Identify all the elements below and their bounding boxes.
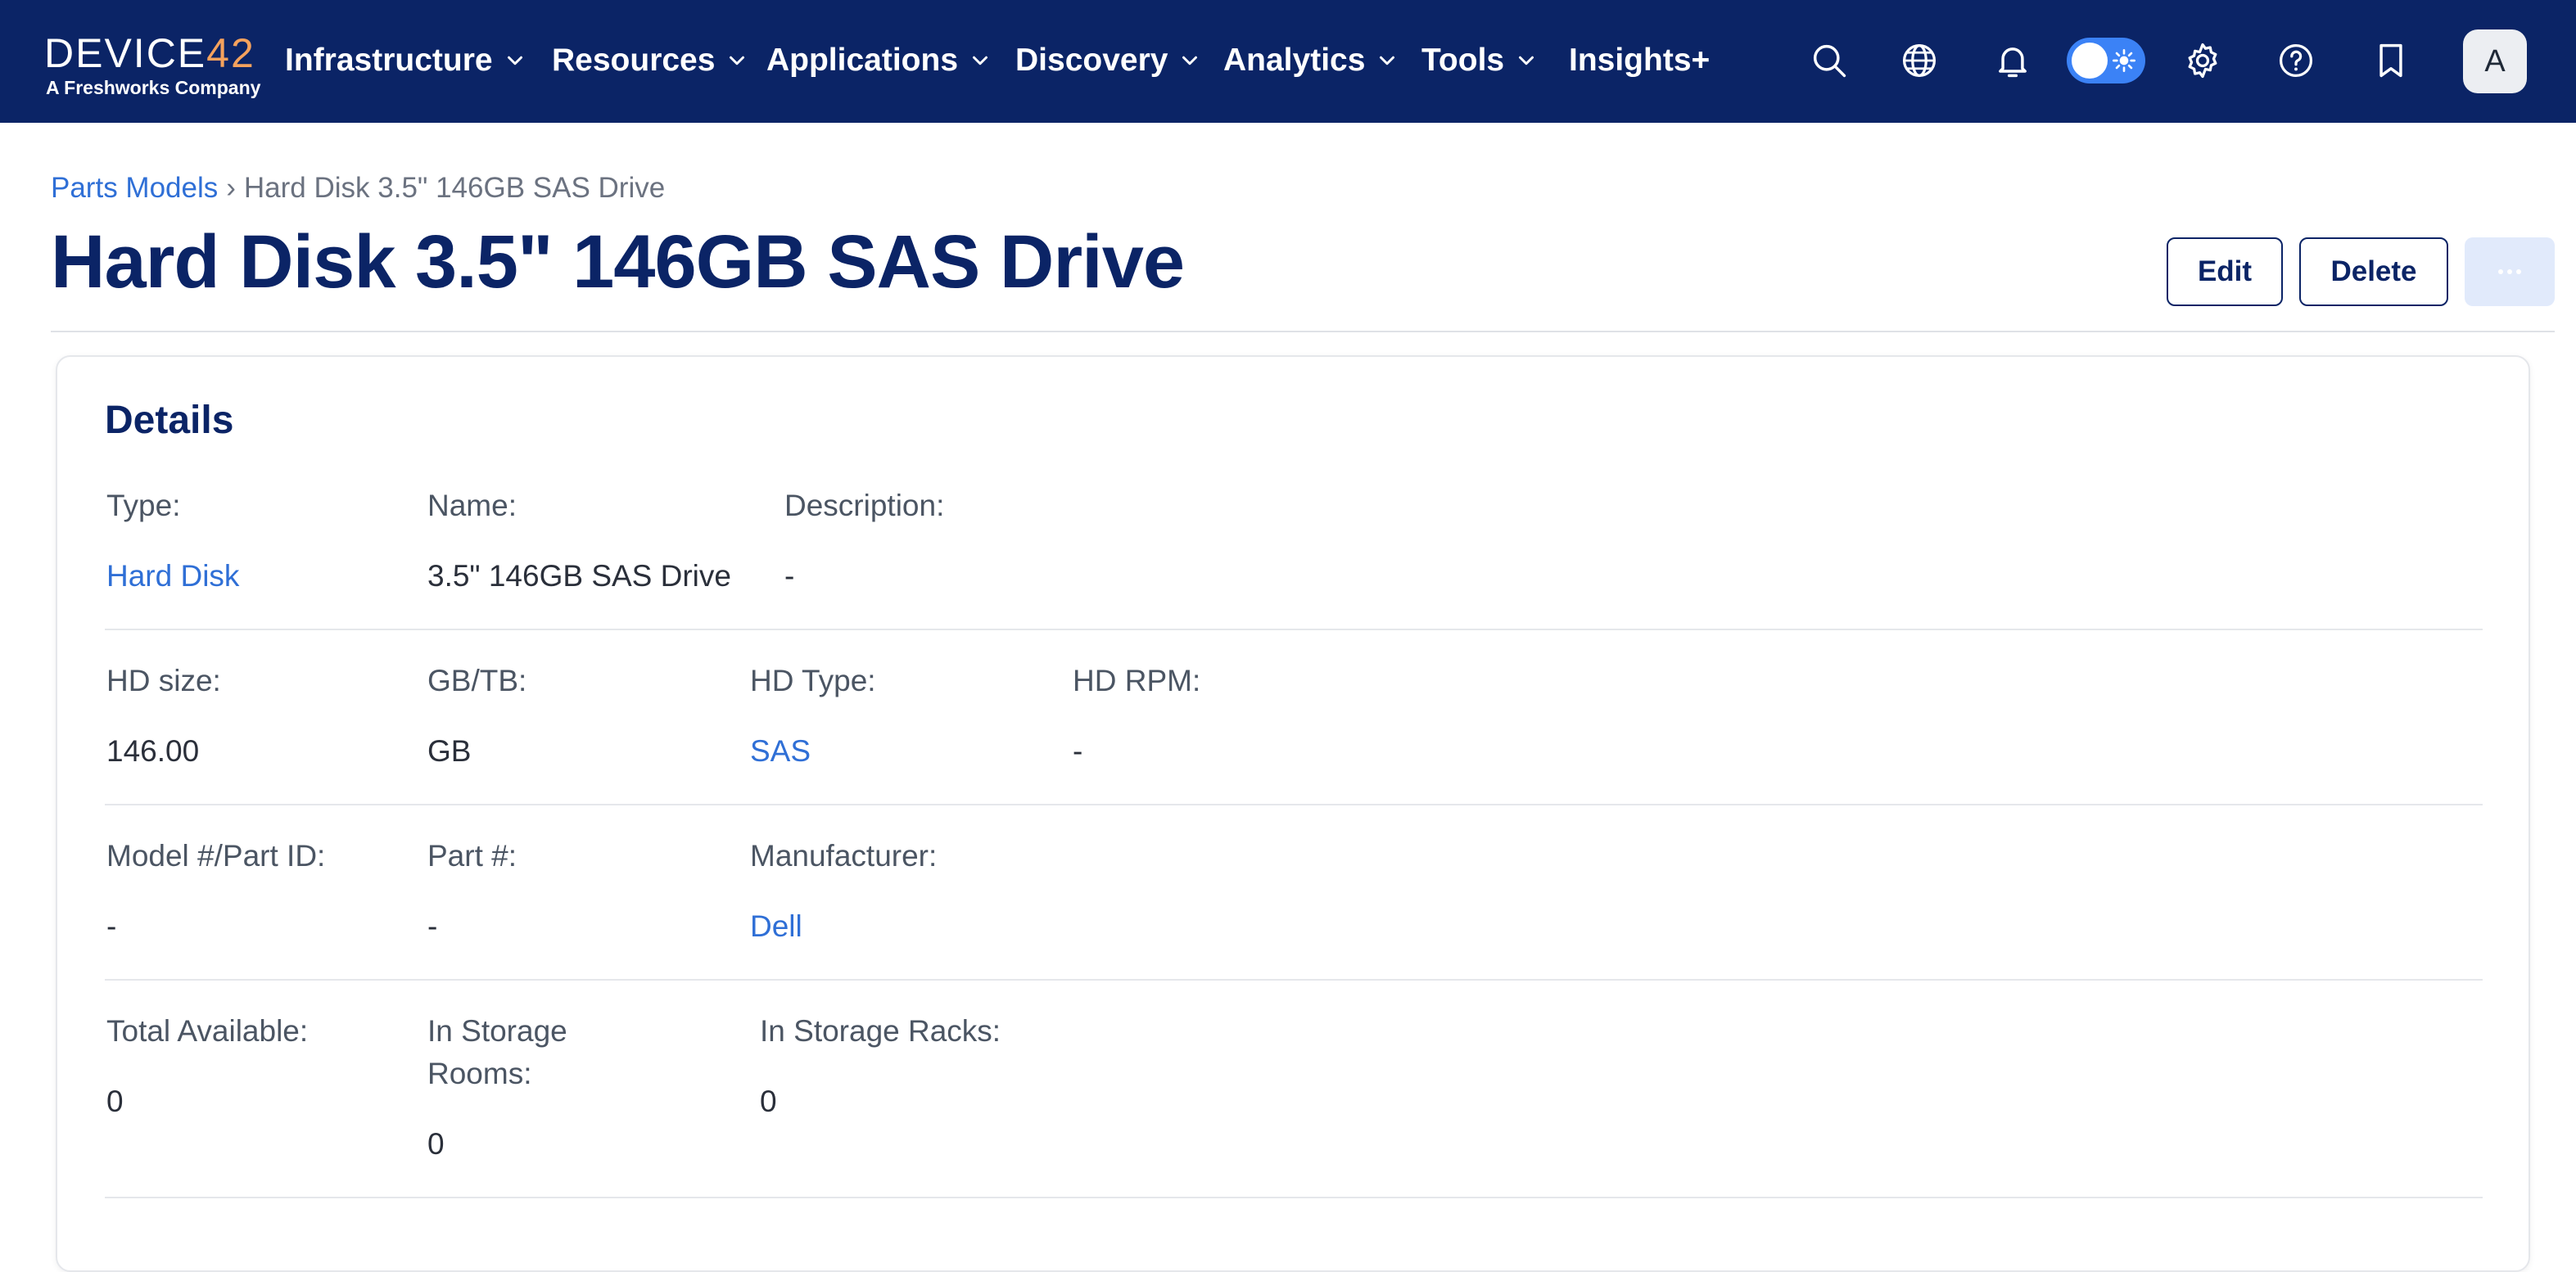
nav-item-label: Resources [552, 43, 716, 78]
logo-wordmark: DEVICE42 [44, 31, 255, 75]
hd-type-value-link[interactable]: SAS [750, 730, 811, 773]
hd-rpm-value: - [1073, 734, 1083, 768]
type-value-link[interactable]: Hard Disk [106, 555, 239, 598]
bell-icon [1999, 47, 2027, 78]
bookmarks-button[interactable] [2366, 36, 2416, 85]
gbtb-label: GB/TB: [427, 664, 527, 697]
logo-wordmark-main: DEVICE [44, 30, 207, 76]
manufacturer-value-link[interactable]: Dell [750, 905, 802, 948]
breadcrumb: Parts Models › Hard Disk 3.5" 146GB SAS … [51, 169, 665, 208]
sun-icon [2113, 49, 2135, 72]
nav-item-label: Infrastructure [285, 43, 493, 78]
top-navigation-bar: DEVICE42 A Freshworks Company Infrastruc… [0, 0, 2576, 123]
globe-icon [1902, 43, 1937, 78]
logo-tagline: A Freshworks Company [46, 77, 261, 98]
search-button[interactable] [1805, 36, 1854, 85]
nav-item-label: Applications [766, 43, 959, 78]
chevron-down-icon [1380, 56, 1395, 65]
nav-item-label: Tools [1421, 43, 1505, 78]
help-button[interactable] [2271, 36, 2321, 85]
name-value: 3.5" 146GB SAS Drive [427, 559, 731, 593]
nav-item-label: Insights+ [1569, 43, 1711, 78]
edit-button[interactable]: Edit [2167, 237, 2283, 306]
row-divider [105, 1197, 2483, 1198]
chevron-down-icon [1182, 56, 1198, 65]
breadcrumb-separator: › [226, 172, 236, 204]
description-value: - [784, 559, 795, 593]
delete-button[interactable]: Delete [2299, 237, 2448, 306]
type-label: Type: [106, 489, 181, 522]
chevron-down-icon [973, 56, 988, 65]
description-label: Description: [784, 489, 945, 522]
language-button[interactable] [1895, 36, 1944, 85]
total-available-value: 0 [106, 1085, 124, 1118]
total-available-label: Total Available: [106, 1014, 309, 1048]
part-number-label: Part #: [427, 839, 517, 873]
in-storage-racks-value: 0 [760, 1085, 777, 1118]
settings-button[interactable] [2178, 36, 2227, 85]
search-icon [1813, 44, 1846, 78]
nav-item-tools[interactable]: Tools [1421, 38, 1539, 83]
model-part-id-value: - [106, 909, 117, 943]
notifications-button[interactable] [1988, 36, 2037, 85]
row-divider [105, 629, 2483, 630]
nav-item-infrastructure[interactable]: Infrastructure [285, 38, 527, 83]
header-divider [51, 331, 2555, 332]
hd-size-value: 146.00 [106, 734, 200, 768]
chevron-down-icon [507, 56, 522, 65]
chevron-down-icon [730, 56, 745, 65]
details-title: Details [105, 399, 234, 442]
hd-type-label: HD Type: [750, 664, 876, 697]
nav-item-label: Analytics [1223, 43, 1366, 78]
in-storage-rooms-value: 0 [427, 1127, 445, 1161]
in-storage-racks-label: In Storage Racks: [760, 1014, 1001, 1048]
nav-item-insights[interactable]: Insights+ [1569, 38, 1710, 83]
help-icon [2279, 43, 2313, 78]
nav-item-applications[interactable]: Applications [766, 38, 992, 83]
nav-item-analytics[interactable]: Analytics [1223, 38, 1399, 83]
name-label: Name: [427, 489, 517, 522]
row-divider [105, 979, 2483, 981]
more-actions-button[interactable] [2465, 237, 2555, 306]
logo-wordmark-accent: 42 [206, 30, 255, 76]
in-storage-rooms-label: In Storage Rooms: [427, 1014, 567, 1090]
nav-item-label: Discovery [1015, 43, 1168, 78]
hd-rpm-label: HD RPM: [1073, 664, 1201, 697]
hd-size-label: HD size: [106, 664, 221, 697]
nav-item-resources[interactable]: Resources [552, 38, 749, 83]
device42-logo[interactable]: DEVICE42 A Freshworks Company [44, 31, 261, 100]
model-part-id-label: Model #/Part ID: [106, 839, 326, 873]
chevron-down-icon [1519, 56, 1534, 65]
page-title: Hard Disk 3.5" 146GB SAS Drive [51, 220, 1185, 304]
breadcrumb-parts-models-link[interactable]: Parts Models [51, 172, 218, 205]
nav-item-discovery[interactable]: Discovery [1015, 38, 1202, 83]
theme-toggle[interactable] [2067, 38, 2145, 83]
part-number-value: - [427, 909, 438, 943]
bookmark-icon [2379, 43, 2402, 78]
manufacturer-label: Manufacturer: [750, 839, 938, 873]
more-dots-icon [2498, 269, 2521, 274]
gear-icon [2188, 43, 2217, 79]
gbtb-value: GB [427, 734, 472, 768]
breadcrumb-current: Hard Disk 3.5" 146GB SAS Drive [243, 172, 666, 204]
toggle-knob [2072, 43, 2108, 79]
user-avatar[interactable]: A [2463, 29, 2527, 93]
row-divider [105, 804, 2483, 805]
